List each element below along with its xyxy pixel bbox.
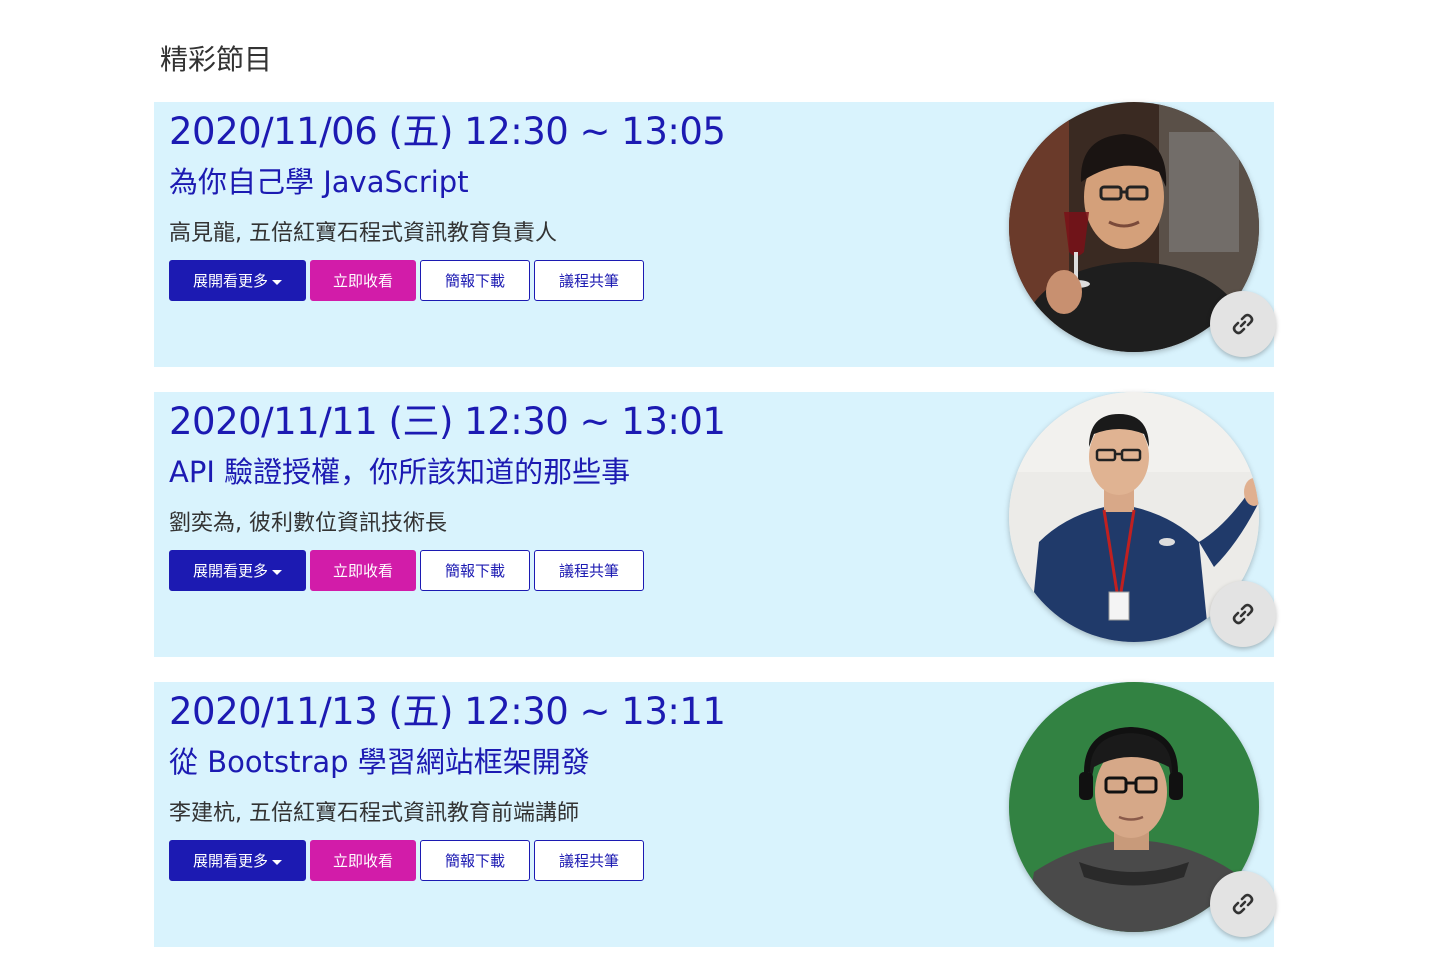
link-button[interactable] <box>1210 291 1276 357</box>
caret-down-icon <box>272 860 282 865</box>
expand-more-button[interactable]: 展開看更多 <box>169 260 306 301</box>
link-button[interactable] <box>1210 581 1276 647</box>
watch-now-button[interactable]: 立即收看 <box>310 840 416 881</box>
speaker-info: 高見龍, 五倍紅寶石程式資訊教育負責人 <box>169 221 557 246</box>
shared-notes-button[interactable]: 議程共筆 <box>534 550 644 591</box>
session-card: 2020/11/06 (五) 12:30 ~ 13:05 為你自己學 JavaS… <box>154 102 1276 367</box>
expand-more-label: 展開看更多 <box>192 852 268 870</box>
session-card: 2020/11/13 (五) 12:30 ~ 13:11 從 Bootstrap… <box>154 682 1276 947</box>
slides-download-button[interactable]: 簡報下載 <box>420 260 530 301</box>
shared-notes-button[interactable]: 議程共筆 <box>534 840 644 881</box>
section-title: 精彩節目 <box>160 43 273 76</box>
expand-more-label: 展開看更多 <box>192 272 268 290</box>
watch-now-button[interactable]: 立即收看 <box>310 550 416 591</box>
session-actions: 展開看更多 立即收看 簡報下載 議程共筆 <box>169 550 644 591</box>
speaker-info: 劉奕為, 彼利數位資訊技術長 <box>169 511 447 536</box>
link-button[interactable] <box>1210 871 1276 937</box>
link-icon <box>1232 893 1254 915</box>
link-icon <box>1232 313 1254 335</box>
caret-down-icon <box>272 570 282 575</box>
page: 精彩節目 2020/11/06 (五) 12:30 ~ 13:05 為你自己學 … <box>0 0 1443 959</box>
session-time: 2020/11/06 (五) 12:30 ~ 13:05 <box>169 110 726 153</box>
slides-download-button[interactable]: 簡報下載 <box>420 840 530 881</box>
slides-download-button[interactable]: 簡報下載 <box>420 550 530 591</box>
expand-more-label: 展開看更多 <box>192 562 268 580</box>
session-time: 2020/11/11 (三) 12:30 ~ 13:01 <box>169 400 726 443</box>
session-time: 2020/11/13 (五) 12:30 ~ 13:11 <box>169 690 726 733</box>
shared-notes-button[interactable]: 議程共筆 <box>534 260 644 301</box>
session-title: API 驗證授權，你所該知道的那些事 <box>169 455 631 489</box>
speaker-info: 李建杭, 五倍紅寶石程式資訊教育前端講師 <box>169 801 579 826</box>
expand-more-button[interactable]: 展開看更多 <box>169 840 306 881</box>
expand-more-button[interactable]: 展開看更多 <box>169 550 306 591</box>
caret-down-icon <box>272 280 282 285</box>
link-icon <box>1232 603 1254 625</box>
session-actions: 展開看更多 立即收看 簡報下載 議程共筆 <box>169 840 644 881</box>
session-actions: 展開看更多 立即收看 簡報下載 議程共筆 <box>169 260 644 301</box>
session-card: 2020/11/11 (三) 12:30 ~ 13:01 API 驗證授權，你所… <box>154 392 1276 657</box>
watch-now-button[interactable]: 立即收看 <box>310 260 416 301</box>
session-title: 為你自己學 JavaScript <box>169 165 469 199</box>
session-title: 從 Bootstrap 學習網站框架開發 <box>169 745 590 779</box>
